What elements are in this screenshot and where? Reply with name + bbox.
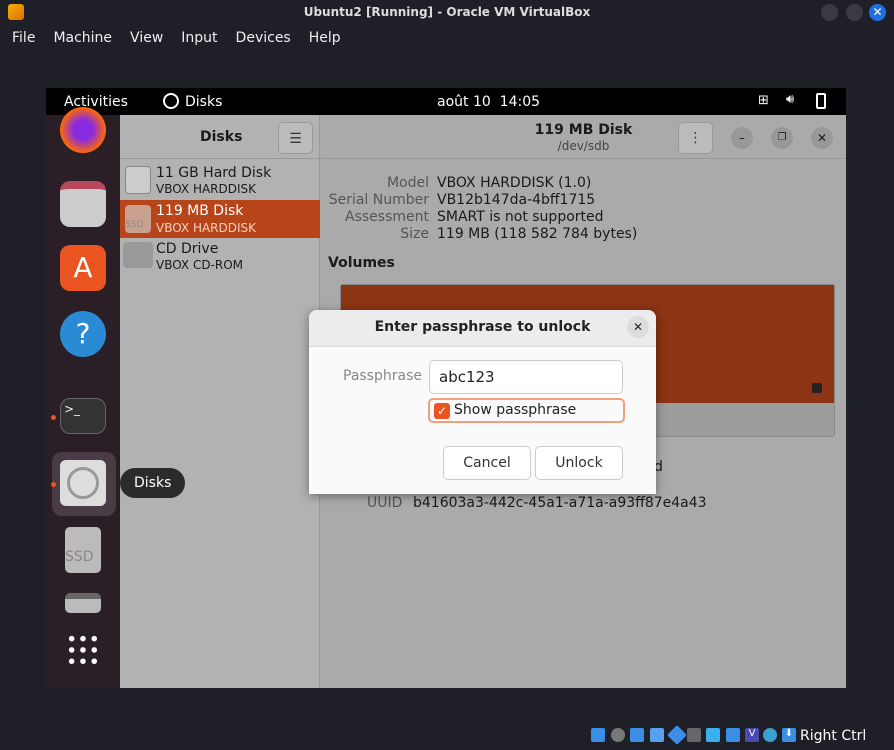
host-key-label: Right Ctrl [800, 728, 867, 744]
dialog-close-button[interactable]: ✕ [627, 316, 649, 338]
show-passphrase-checkbox[interactable]: ✓ Show passphrase [428, 398, 625, 423]
minimize-button[interactable] [821, 4, 838, 21]
menu-help[interactable]: Help [297, 26, 347, 52]
disks-icon[interactable] [60, 460, 106, 506]
software-icon[interactable]: A [60, 245, 106, 291]
minimize-button[interactable]: – [731, 127, 753, 149]
close-button[interactable]: ✕ [811, 127, 833, 149]
menu-view[interactable]: View [118, 26, 169, 52]
prop-assessment: Assessment SMART is not supported [345, 209, 604, 225]
terminal-icon[interactable]: >_ [60, 398, 106, 434]
checkbox-checked-icon: ✓ [434, 403, 450, 419]
menu-bar: File Machine View Input Devices Help [0, 26, 347, 52]
volume-icon[interactable]: 🔊︎ [786, 92, 794, 107]
volumes-heading: Volumes [328, 255, 395, 271]
hard-disk-status-icon[interactable] [591, 728, 605, 742]
prop-serial: Serial Number VB12b147da-4bff1715 [328, 192, 596, 208]
prop-size: Size 119 MB (118 582 784 bytes) [400, 226, 638, 242]
menu-file[interactable]: File [0, 26, 41, 52]
dock-tooltip: Disks [120, 468, 186, 498]
lock-icon [812, 383, 822, 393]
hard-disk-icon [125, 166, 151, 194]
battery-icon[interactable] [816, 93, 826, 109]
unlock-button[interactable]: Unlock [535, 446, 623, 480]
sidebar-title: Disks [200, 129, 243, 145]
ssd-icon: SSD [125, 205, 151, 233]
status-bar [0, 722, 894, 750]
cancel-button[interactable]: Cancel [443, 446, 531, 480]
list-item[interactable]: CD Drive VBOX CD-ROM [120, 239, 320, 275]
keyboard-capture-icon[interactable]: ⬇ [782, 728, 796, 742]
disk-subtitle: /dev/sdb [557, 139, 610, 153]
passphrase-label: Passphrase [343, 368, 422, 384]
uuid-value: b41603a3-442c-45a1-a71a-a93ff87e4a43 [413, 495, 707, 511]
maximize-button[interactable]: ❐ [771, 127, 793, 149]
menu-devices[interactable]: Devices [224, 26, 297, 52]
disks-app-icon [163, 93, 179, 109]
display-status-icon[interactable] [706, 728, 720, 742]
app-menu[interactable]: Disks [185, 94, 222, 110]
mouse-integration-status-icon[interactable] [763, 728, 777, 742]
app-grid-icon[interactable] [66, 633, 100, 667]
window-title: Ubuntu2 [Running] - Oracle VM VirtualBox [303, 5, 591, 19]
vt-x-status-icon[interactable]: V [745, 728, 759, 742]
ssd-lock-icon[interactable]: SSD [65, 527, 101, 573]
activities-button[interactable]: Activities [64, 94, 128, 110]
firefox-icon[interactable] [60, 107, 106, 153]
dialog-title: Enter passphrase to unlock [374, 319, 591, 335]
video-capture-status-icon[interactable] [726, 728, 740, 742]
disk-title: 119 MB Disk [534, 122, 633, 138]
hamburger-menu-button[interactable]: ☰ [278, 122, 313, 154]
gnome-top-bar: Activities Disks août 10 14:05 ⊞ 🔊︎ [46, 88, 846, 115]
help-icon[interactable]: ? [60, 311, 106, 357]
shared-folders-status-icon[interactable] [687, 728, 701, 742]
dock: A ? >_ SSD [46, 107, 120, 688]
passphrase-input[interactable]: abc123 [429, 360, 623, 394]
prop-model: Model VBOX HARDDISK (1.0) [386, 175, 592, 191]
close-button[interactable]: ✕ [869, 4, 886, 21]
audio-status-icon[interactable] [630, 728, 644, 742]
network-icon[interactable]: ⊞ [758, 93, 769, 108]
cd-drive-icon [123, 242, 153, 268]
menu-input[interactable]: Input [169, 26, 223, 52]
virtualbox-logo-icon [8, 4, 24, 20]
disk-menu-button[interactable]: ⋮ [678, 122, 713, 154]
drive-icon[interactable] [65, 593, 101, 613]
vm-screen[interactable]: Activities Disks août 10 14:05 ⊞ 🔊︎ A ? … [46, 88, 846, 688]
network-status-icon[interactable] [650, 728, 664, 742]
uuid-label: UUID [367, 495, 403, 511]
clock[interactable]: août 10 14:05 [437, 94, 540, 110]
passphrase-dialog: Enter passphrase to unlock ✕ Passphrase … [309, 310, 656, 494]
maximize-button[interactable] [846, 4, 863, 21]
menu-machine[interactable]: Machine [41, 26, 118, 52]
files-icon[interactable] [60, 181, 106, 227]
optical-drive-status-icon[interactable] [611, 728, 625, 742]
